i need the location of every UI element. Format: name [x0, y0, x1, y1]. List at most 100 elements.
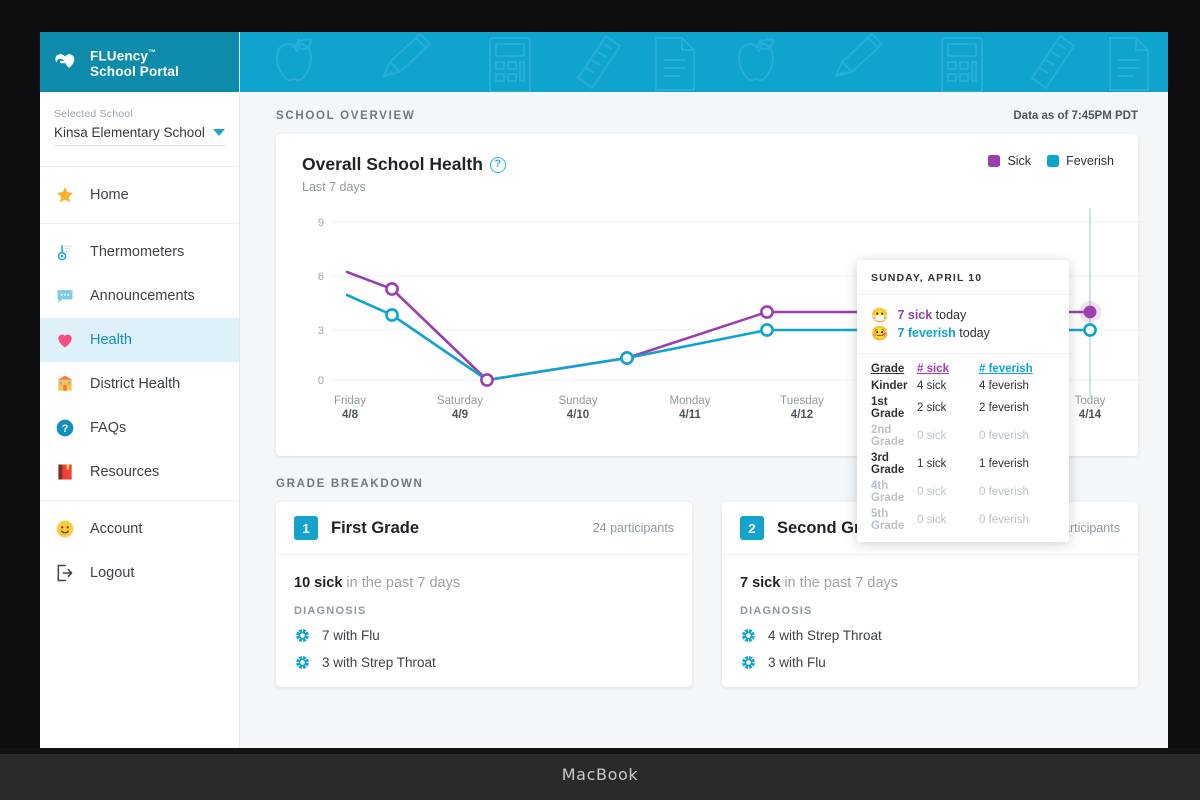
sidebar-item-thermometers[interactable]: Thermometers: [40, 230, 239, 274]
legend-swatch-icon: [988, 155, 1001, 167]
smiley-face-icon: [54, 518, 76, 540]
tooltip-cell-feverish: 0 feverish: [979, 514, 1029, 526]
grade-card-body: 7 sick in the past 7 days DIAGNOSIS 4 with…: [722, 555, 1138, 687]
tooltip-table-row: 2nd Grade 0 sick 0 feverish: [871, 422, 1055, 450]
chart-plot-area[interactable]: 9 6 3 0 Friday Saturday Sunday Monday Tu…: [302, 208, 1147, 542]
grade-card[interactable]: 1 First Grade 24 participants 10 sick in th…: [276, 502, 692, 687]
tooltip-table-row: Kinder 4 sick 4 feverish: [871, 378, 1055, 394]
tooltip-date: SUNDAY, APRIL 10: [857, 260, 1069, 295]
tooltip-summary-row-sick: 😷 7 sick today: [871, 308, 1055, 322]
tooltip-cell-feverish: 2 feverish: [979, 402, 1029, 414]
diagnosis-label: 7 with Flu: [322, 628, 380, 643]
sidebar-item-label: District Health: [90, 376, 181, 392]
diagnosis-label: 3 with Flu: [768, 655, 826, 670]
sidebar-item-resources[interactable]: Resources: [40, 450, 239, 494]
svg-text:Friday: Friday: [334, 395, 366, 407]
device-label: MacBook: [561, 764, 639, 784]
diagnosis-title: DIAGNOSIS: [294, 605, 367, 617]
svg-text:4/9: 4/9: [452, 409, 468, 421]
sidebar: FLUency™ School Portal Selected School K…: [40, 32, 240, 748]
tooltip-cell-feverish: 1 feverish: [979, 458, 1029, 470]
star-icon: [54, 184, 76, 206]
sidebar-item-label: Logout: [90, 565, 135, 581]
help-icon[interactable]: ?: [489, 156, 506, 173]
sidebar-item-account[interactable]: Account: [40, 507, 239, 551]
diagnosis-label: 4 with Strep Throat: [768, 628, 882, 643]
virus-icon: [294, 627, 311, 644]
book-icon: [54, 461, 76, 483]
school-picker-label: Selected School: [54, 108, 133, 120]
legend-label: Feverish: [1066, 154, 1114, 168]
diagnosis-title: DIAGNOSIS: [740, 605, 813, 617]
sidebar-item-announcements[interactable]: Announcements: [40, 274, 239, 318]
tooltip-summary-row-feverish: 🤒 7 feverish today: [871, 326, 1055, 340]
tooltip-cell-sick: 0 sick: [917, 486, 947, 498]
tooltip-col-feverish[interactable]: # feverish: [979, 362, 1055, 378]
main-content: SCHOOL OVERVIEW Data as of 7:45PM PDT Ov…: [240, 92, 1168, 687]
sidebar-nav-group: Home: [40, 166, 239, 223]
heart-icon: [54, 329, 76, 351]
brand-line1: FLUency: [90, 48, 149, 64]
tooltip-summary-suffix: today: [932, 308, 967, 322]
tooltip-col-grade: Grade: [871, 363, 905, 375]
tooltip-table-row: 1st Grade 2 sick 2 feverish: [871, 394, 1055, 422]
tooltip-col-sick[interactable]: # sick: [917, 362, 979, 378]
tooltip-cell-sick: 2 sick: [917, 402, 947, 414]
grade-card-header-left: 1 First Grade: [294, 516, 419, 540]
legend-item-feverish[interactable]: Feverish: [1047, 154, 1114, 168]
question-mark-icon: ?: [54, 417, 76, 439]
legend-item-sick[interactable]: Sick: [988, 154, 1031, 168]
logout-arrow-icon: [54, 562, 76, 584]
svg-text:6: 6: [318, 271, 324, 283]
svg-text:Sunday: Sunday: [558, 395, 597, 407]
svg-text:Tuesday: Tuesday: [780, 395, 824, 407]
sidebar-item-label: Home: [90, 187, 129, 203]
grade-sick-summary: 7 sick in the past 7 days: [740, 575, 1120, 591]
legend-swatch-icon: [1047, 155, 1060, 167]
tooltip-cell-grade: 3rd Grade: [871, 452, 905, 476]
grade-participants: 24 participants: [592, 521, 674, 535]
heart-logo-icon: [55, 54, 75, 71]
virus-icon: [294, 654, 311, 671]
app-viewport: FLUency™ School Portal Selected School K…: [40, 32, 1168, 748]
sidebar-item-district-health[interactable]: District Health: [40, 362, 239, 406]
sidebar-nav-group: Account Logout: [40, 500, 239, 601]
header-banner: [240, 32, 1168, 92]
svg-text:4/12: 4/12: [791, 409, 813, 421]
tooltip-cell-sick: 4 sick: [917, 380, 947, 392]
diagnosis-item: 3 with Flu: [740, 654, 1120, 671]
tooltip-cell-feverish: 4 feverish: [979, 380, 1029, 392]
laptop-frame: FLUency™ School Portal Selected School K…: [0, 0, 1200, 800]
tooltip-cell-sick: 0 sick: [917, 430, 947, 442]
speech-bubble-icon: [54, 285, 76, 307]
school-picker[interactable]: Selected School Kinsa Elementary School: [40, 92, 239, 156]
section-title-school-overview: SCHOOL OVERVIEW: [276, 110, 416, 122]
brand-title: FLUency™ School Portal: [90, 45, 179, 79]
grade-sick-suffix: in the past 7 days: [342, 575, 461, 591]
bezel-right: [1168, 0, 1200, 748]
sidebar-item-home[interactable]: Home: [40, 173, 239, 217]
svg-text:4/11: 4/11: [679, 409, 701, 421]
chart-title: Overall School Health: [302, 154, 483, 174]
bezel-left: [0, 0, 40, 748]
grade-card-body: 10 sick in the past 7 days DIAGNOSIS 7 wit…: [276, 555, 692, 687]
tooltip-cell-sick: 0 sick: [917, 514, 947, 526]
tooltip-cell-feverish: 0 feverish: [979, 486, 1029, 498]
tooltip-table-header-row: Grade # sick # feverish: [871, 362, 1055, 378]
school-supplies-pattern-icon: [240, 32, 1168, 92]
svg-text:9: 9: [318, 217, 324, 229]
school-building-icon: [54, 373, 76, 395]
chevron-down-icon[interactable]: [213, 129, 225, 136]
mask-face-icon: 😷: [871, 307, 889, 323]
chart-title-row: Overall School Health ?: [302, 154, 506, 175]
svg-text:?: ?: [62, 423, 69, 435]
sidebar-nav: Home Thermometers Announcements Health Distr…: [40, 166, 239, 601]
sidebar-item-faqs[interactable]: ? FAQs: [40, 406, 239, 450]
sidebar-item-logout[interactable]: Logout: [40, 551, 239, 595]
diagnosis-item: 4 with Strep Throat: [740, 627, 1120, 644]
tooltip-cell-feverish: 0 feverish: [979, 430, 1029, 442]
svg-text:4/14: 4/14: [1079, 409, 1102, 421]
brand-header: FLUency™ School Portal: [40, 32, 239, 92]
grade-sick-summary: 10 sick in the past 7 days: [294, 575, 674, 591]
sidebar-item-health[interactable]: Health: [40, 318, 239, 362]
